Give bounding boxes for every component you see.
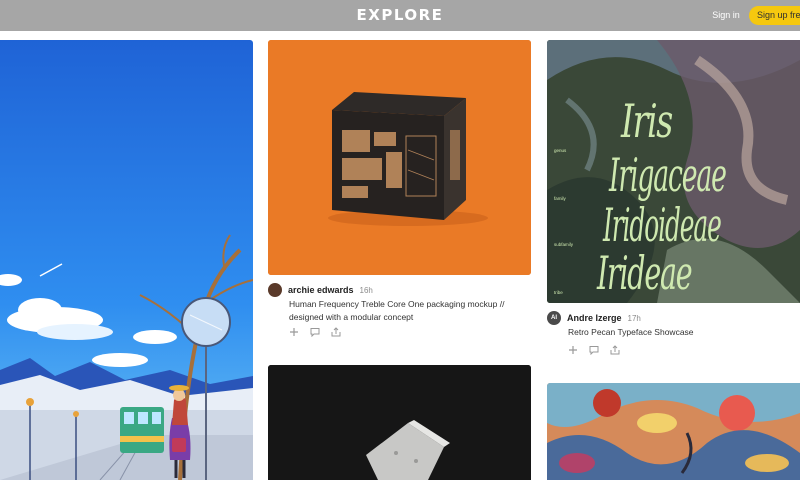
sign-in-link[interactable]: Sign in (706, 0, 746, 31)
card-title-line: Human Frequency Treble Core One packagin… (289, 299, 505, 309)
poster-rank-label: subfamily (554, 242, 574, 247)
train-station-illustration (0, 40, 253, 480)
poster-word: Irigaceae (609, 148, 727, 202)
post-time: 16h (359, 285, 373, 295)
poster-rank-label: tribe (554, 290, 563, 295)
packaging-mockup-image[interactable] (268, 40, 531, 275)
card-author-row: archie edwards 16h (268, 282, 531, 298)
poster-word: Irideae (597, 246, 693, 300)
card-title[interactable]: Human Frequency Treble Core One packagin… (289, 298, 539, 324)
card-actions (568, 343, 620, 357)
plus-icon[interactable] (568, 345, 578, 355)
avatar[interactable] (268, 283, 282, 297)
logo[interactable]: EXPLORE (0, 0, 800, 31)
surreal-painting-image[interactable] (547, 383, 800, 480)
poster-rank-label: family (554, 196, 566, 201)
post-time: 17h (627, 313, 641, 323)
poster-rank-label: genus (554, 148, 567, 153)
comment-icon[interactable] (589, 345, 599, 355)
painting-illustration (547, 383, 800, 480)
dark-product-image[interactable] (268, 365, 531, 480)
share-icon[interactable] (610, 345, 620, 355)
plus-icon[interactable] (289, 327, 299, 337)
stone-product-illustration (268, 365, 531, 480)
comment-icon[interactable] (310, 327, 320, 337)
poster-word: Iris (621, 94, 673, 148)
card-author-row: AI Andre Izerge 17h (547, 310, 800, 326)
illustration-image[interactable] (0, 40, 253, 480)
poster-word: Iridoideae (603, 198, 722, 252)
card-title-line: designed with a modular concept (289, 312, 414, 322)
share-icon[interactable] (331, 327, 341, 337)
box-illustration (268, 40, 531, 275)
author-name[interactable]: Andre Izerge (567, 313, 622, 323)
typeface-poster-image[interactable]: Iris Irigaceae Iridoideae Irideae genus … (547, 40, 800, 303)
card-title[interactable]: Retro Pecan Typeface Showcase (568, 326, 798, 339)
avatar[interactable]: AI (547, 311, 561, 325)
card-actions (289, 325, 341, 339)
author-name[interactable]: archie edwards (288, 285, 354, 295)
sign-up-button[interactable]: Sign up free (749, 6, 800, 25)
